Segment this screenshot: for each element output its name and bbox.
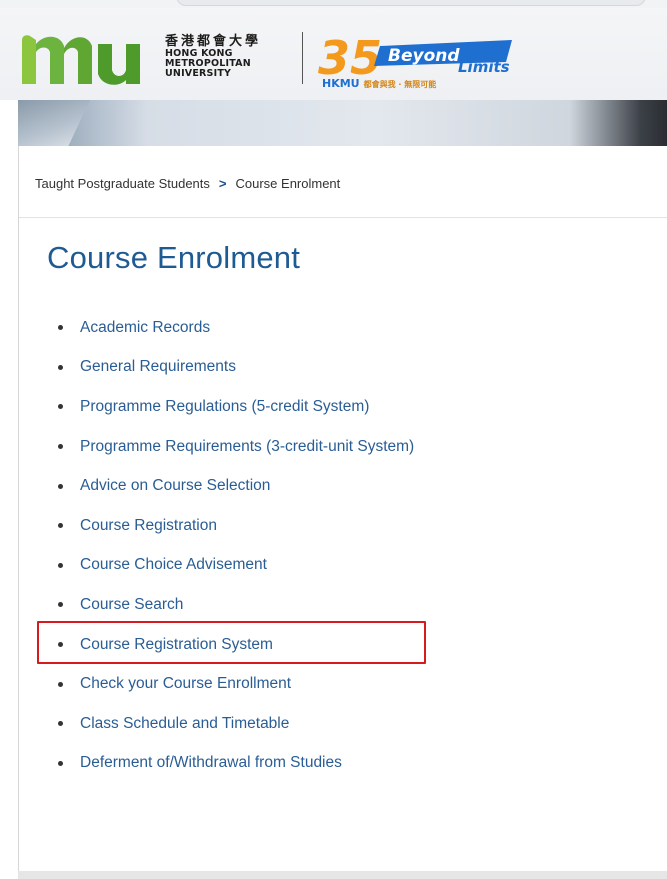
page-title: Course Enrolment: [47, 240, 301, 275]
university-name: 香港都會大學 HONG KONG METROPOLITAN UNIVERSITY: [165, 34, 261, 79]
link-general-requirements[interactable]: General Requirements: [80, 358, 236, 376]
list-item: Course Registration: [51, 506, 414, 546]
highlight-box: [37, 621, 426, 664]
list-item: Course Choice Advisement: [51, 546, 414, 586]
list-item: Course Search: [51, 585, 414, 625]
bullet-icon: [58, 721, 63, 727]
link-programme-regulations[interactable]: Programme Regulations (5-credit System): [80, 398, 369, 416]
anniversary-word-1: Beyond: [388, 46, 460, 66]
link-course-registration[interactable]: Course Registration: [80, 517, 217, 535]
list-item: General Requirements: [51, 348, 414, 388]
university-name-en-3: UNIVERSITY: [165, 68, 232, 79]
breadcrumb: Taught Postgraduate Students > Course Enro…: [35, 176, 340, 191]
hkmu-mu-logo[interactable]: [18, 26, 148, 88]
bullet-icon: [58, 562, 63, 568]
bullet-icon: [58, 325, 63, 331]
link-course-choice-advisement[interactable]: Course Choice Advisement: [80, 556, 267, 574]
logo-divider: [302, 32, 303, 84]
list-item: Check your Course Enrollment: [51, 664, 414, 704]
content-panel: Taught Postgraduate Students > Course Enro…: [18, 146, 667, 879]
link-course-search[interactable]: Course Search: [80, 596, 183, 614]
bullet-icon: [58, 404, 63, 410]
link-advice-course-selection[interactable]: Advice on Course Selection: [80, 477, 270, 495]
bullet-icon: [58, 523, 63, 529]
hero-banner: [18, 100, 667, 146]
bottom-bar: [18, 871, 667, 879]
brand-slogan: 都會與我 · 無限可能: [363, 80, 437, 89]
link-class-schedule-timetable[interactable]: Class Schedule and Timetable: [80, 715, 289, 733]
site-header: 香港都會大學 HONG KONG METROPOLITAN UNIVERSITY…: [0, 8, 667, 100]
bullet-icon: [58, 483, 63, 489]
browser-toolbar: [0, 0, 667, 8]
university-name-cn: 香港都會大學: [165, 34, 262, 49]
link-academic-records[interactable]: Academic Records: [80, 319, 210, 337]
list-item: Deferment of/Withdrawal from Studies: [51, 744, 414, 784]
bullet-icon: [58, 681, 63, 687]
breadcrumb-chevron-icon: >: [218, 176, 227, 191]
course-enrolment-menu: Academic Records General Requirements Pr…: [51, 308, 414, 783]
breadcrumb-bar: Taught Postgraduate Students > Course Enro…: [19, 146, 667, 218]
list-item: Programme Requirements (3-credit-unit Sy…: [51, 427, 414, 467]
anniversary-word-2: Limits: [458, 58, 510, 76]
brand-short: HKMU: [322, 77, 360, 90]
breadcrumb-current: Course Enrolment: [235, 176, 341, 191]
list-item: Academic Records: [51, 308, 414, 348]
link-deferment-withdrawal[interactable]: Deferment of/Withdrawal from Studies: [80, 754, 342, 772]
brand-line: HKMU 都會與我 · 無限可能: [322, 77, 436, 90]
bullet-icon: [58, 602, 63, 608]
list-item: Advice on Course Selection: [51, 466, 414, 506]
breadcrumb-parent-link[interactable]: Taught Postgraduate Students: [35, 176, 210, 191]
address-bar[interactable]: [176, 0, 646, 6]
list-item: Programme Regulations (5-credit System): [51, 387, 414, 427]
link-check-course-enrollment[interactable]: Check your Course Enrollment: [80, 675, 291, 693]
bullet-icon: [58, 760, 63, 766]
list-item: Class Schedule and Timetable: [51, 704, 414, 744]
bullet-icon: [58, 364, 63, 370]
link-programme-requirements[interactable]: Programme Requirements (3-credit-unit Sy…: [80, 438, 414, 456]
bullet-icon: [58, 444, 63, 450]
